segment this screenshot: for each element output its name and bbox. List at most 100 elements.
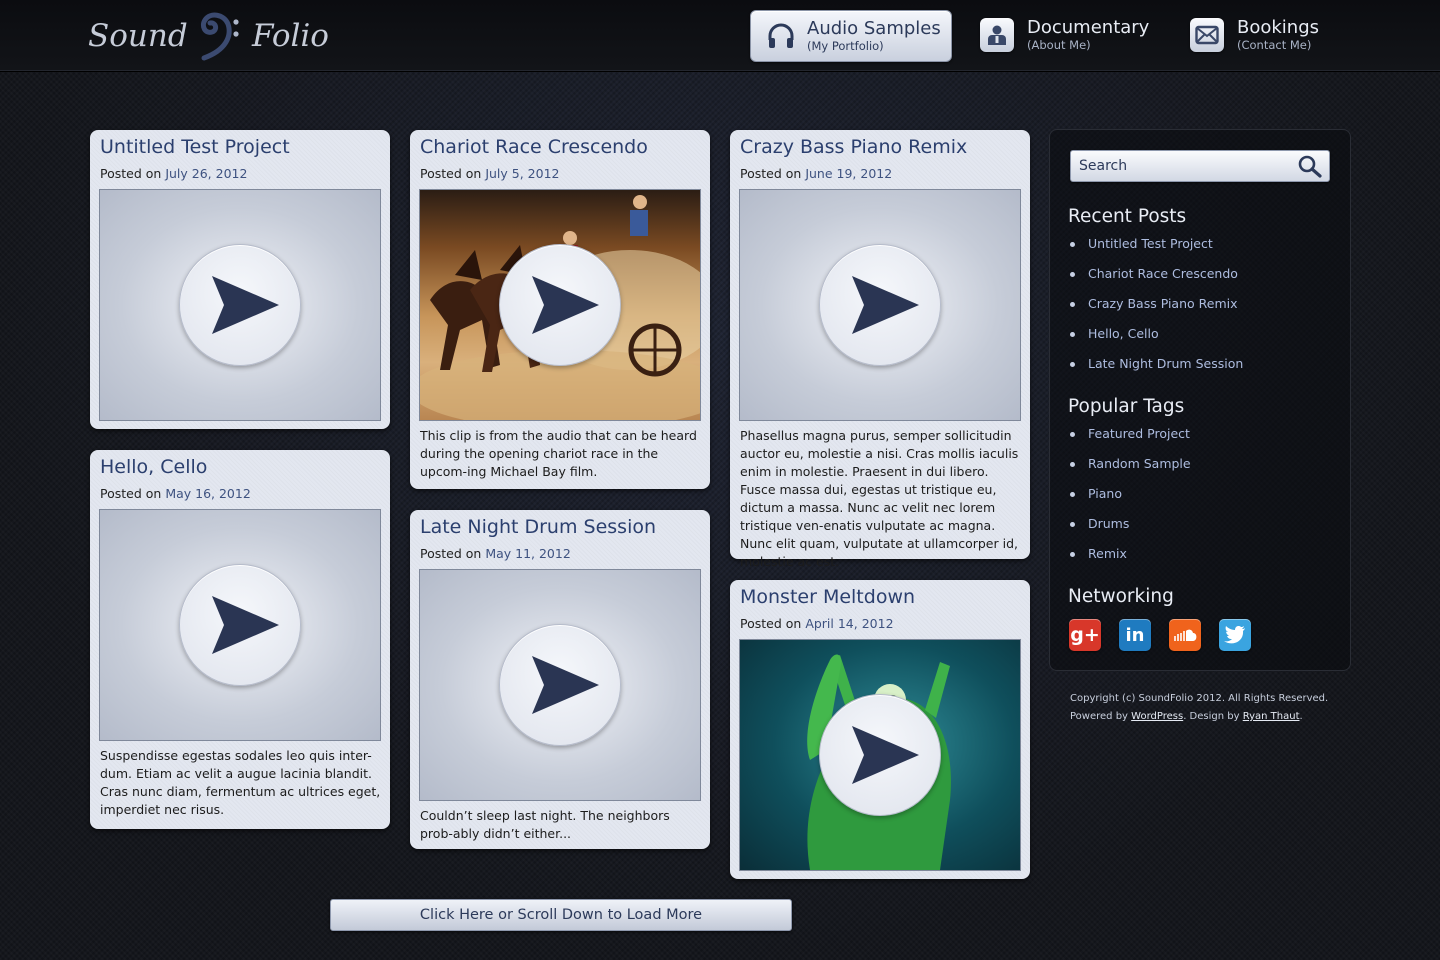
tag-link[interactable]: Drums — [1068, 514, 1191, 544]
post-date[interactable]: July 26, 2012 — [165, 166, 247, 181]
wordpress-link[interactable]: WordPress — [1131, 711, 1183, 722]
popular-tags-list: Featured Project Random Sample Piano Dru… — [1068, 424, 1191, 574]
post-title[interactable]: Monster Meltdown — [740, 586, 915, 608]
designer-link[interactable]: Ryan Thaut — [1243, 711, 1300, 722]
post-media-placeholder — [419, 569, 701, 801]
sidebar: Recent Posts Untitled Test Project Chari… — [1049, 129, 1351, 671]
nav-audio-samples-title: Audio Samples — [807, 18, 941, 39]
play-icon — [852, 276, 919, 334]
posted-on-label: Posted on — [740, 616, 802, 631]
play-button[interactable] — [819, 694, 941, 816]
post-date[interactable]: June 19, 2012 — [805, 166, 892, 181]
play-icon — [212, 276, 279, 334]
nav-bookings-subtitle: (Contact Me) — [1237, 38, 1312, 52]
twitter-bird-shape — [1224, 626, 1245, 644]
post-card: Monster Meltdown Posted on April 14, 201… — [730, 580, 1030, 879]
post-card: Crazy Bass Piano Remix Posted on June 19… — [730, 130, 1030, 569]
post-card: Untitled Test Project Posted on July 26,… — [90, 130, 390, 429]
play-button[interactable] — [499, 624, 621, 746]
copyright-text: Copyright (c) SoundFolio 2012. All Right… — [1070, 693, 1329, 704]
recent-post-link[interactable]: Chariot Race Crescendo — [1068, 264, 1243, 294]
post-excerpt: Phasellus magna purus, semper sollicitud… — [740, 428, 1019, 569]
nav-documentary-subtitle: (About Me) — [1027, 38, 1091, 52]
bass-clef-icon — [200, 12, 239, 61]
play-icon — [532, 656, 599, 714]
nav-documentary[interactable]: Documentary (About Me) — [977, 10, 1177, 60]
post-excerpt: This clip is from the audio that can be … — [420, 428, 697, 479]
play-icon — [532, 276, 599, 334]
post-title[interactable]: Hello, Cello — [100, 456, 207, 478]
person-icon — [980, 18, 1014, 52]
post-date[interactable]: July 5, 2012 — [485, 166, 559, 181]
posted-on-label: Posted on — [740, 166, 802, 181]
linkedin-label: in — [1125, 624, 1145, 646]
post-meta: Posted on July 26, 2012 — [100, 166, 247, 181]
nav-bookings[interactable]: Bookings (Contact Me) — [1187, 10, 1367, 60]
post-card: Chariot Race Crescendo Posted on July 5,… — [410, 130, 710, 489]
play-button[interactable] — [819, 244, 941, 366]
linkedin-icon[interactable]: in — [1119, 619, 1151, 651]
headphones-icon — [761, 11, 801, 61]
load-more-button[interactable]: Click Here or Scroll Down to Load More — [330, 899, 792, 931]
search-icon[interactable] — [1297, 154, 1323, 182]
design-by-label: . Design by — [1183, 711, 1240, 722]
search-input[interactable] — [1079, 151, 1289, 181]
post-card: Hello, Cello Posted on May 16, 2012 Susp… — [90, 450, 390, 829]
post-date[interactable]: May 11, 2012 — [485, 546, 570, 561]
post-meta: Posted on June 19, 2012 — [740, 166, 892, 181]
post-media-placeholder — [739, 189, 1021, 421]
credits-end: . — [1299, 711, 1303, 722]
search-box — [1070, 150, 1330, 182]
tag-link[interactable]: Random Sample — [1068, 454, 1191, 484]
google-plus-icon[interactable]: g+ — [1069, 619, 1101, 651]
soundcloud-icon[interactable] — [1169, 619, 1201, 651]
play-icon — [852, 726, 919, 784]
recent-post-link[interactable]: Crazy Bass Piano Remix — [1068, 294, 1243, 324]
nav-audio-samples[interactable]: Audio Samples (My Portfolio) — [750, 10, 952, 62]
posted-on-label: Posted on — [420, 166, 482, 181]
play-button[interactable] — [179, 564, 301, 686]
recent-post-link[interactable]: Late Night Drum Session — [1068, 354, 1243, 384]
post-date[interactable]: May 16, 2012 — [165, 486, 250, 501]
post-title[interactable]: Late Night Drum Session — [420, 516, 656, 538]
tag-link[interactable]: Remix — [1068, 544, 1191, 574]
networking-heading: Networking — [1068, 586, 1174, 607]
post-title[interactable]: Crazy Bass Piano Remix — [740, 136, 967, 158]
posted-on-label: Posted on — [100, 166, 162, 181]
site-logo[interactable]: Sound Folio — [88, 8, 338, 64]
recent-post-link[interactable]: Untitled Test Project — [1068, 234, 1243, 264]
post-media-placeholder — [99, 509, 381, 741]
post-title[interactable]: Untitled Test Project — [100, 136, 290, 158]
twitter-icon[interactable] — [1219, 619, 1251, 651]
post-meta: Posted on May 11, 2012 — [420, 546, 571, 561]
recent-post-link[interactable]: Hello, Cello — [1068, 324, 1243, 354]
posted-on-label: Posted on — [420, 546, 482, 561]
posted-on-label: Posted on — [100, 486, 162, 501]
post-excerpt: Couldn’t sleep last night. The neighbors… — [420, 808, 670, 841]
post-media-placeholder — [99, 189, 381, 421]
nav-bookings-title: Bookings — [1237, 17, 1320, 38]
site-footer: Copyright (c) SoundFolio 2012. All Right… — [1070, 690, 1370, 726]
green-monster-image — [739, 639, 1021, 871]
post-excerpt: Suspendisse egestas sodales leo quis int… — [100, 748, 381, 817]
play-button[interactable] — [499, 244, 621, 366]
recent-posts-heading: Recent Posts — [1068, 206, 1187, 227]
play-icon — [212, 596, 279, 654]
nav-audio-samples-subtitle: (My Portfolio) — [807, 39, 884, 53]
tag-link[interactable]: Piano — [1068, 484, 1191, 514]
chariot-race-image — [419, 189, 701, 421]
play-button[interactable] — [179, 244, 301, 366]
logo-word-folio: Folio — [252, 18, 329, 54]
logo-word-sound: Sound — [88, 18, 188, 54]
tag-link[interactable]: Featured Project — [1068, 424, 1191, 454]
site-header: Sound Folio Audio Samples (My Portfolio) — [0, 0, 1440, 71]
nav-documentary-title: Documentary — [1027, 17, 1150, 38]
popular-tags-heading: Popular Tags — [1068, 396, 1185, 417]
post-meta: Posted on July 5, 2012 — [420, 166, 559, 181]
soundcloud-cloud-shape — [1174, 629, 1197, 641]
post-meta: Posted on May 16, 2012 — [100, 486, 251, 501]
google-plus-label: g+ — [1070, 624, 1100, 646]
post-date[interactable]: April 14, 2012 — [805, 616, 893, 631]
post-title[interactable]: Chariot Race Crescendo — [420, 136, 648, 158]
envelope-icon — [1190, 18, 1224, 52]
